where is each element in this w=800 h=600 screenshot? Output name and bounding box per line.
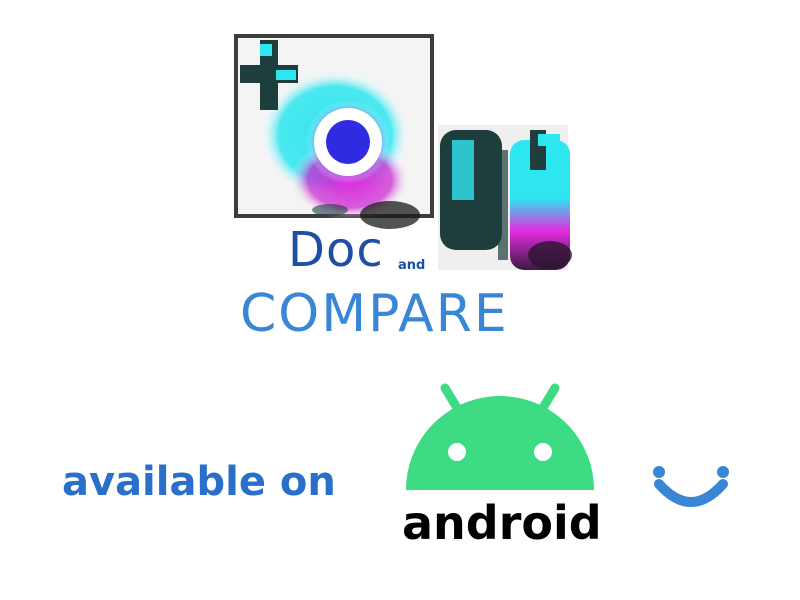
brand-and-word: and xyxy=(398,258,426,273)
android-wordmark: android xyxy=(402,496,602,550)
smile-icon xyxy=(653,466,729,507)
camera-collage-icon xyxy=(234,34,572,270)
brand-compare-word: COMPARE xyxy=(240,284,509,344)
brand-doc-word: Doc xyxy=(288,222,384,278)
android-robot-icon xyxy=(406,383,594,490)
available-on-label: available on xyxy=(62,459,336,505)
